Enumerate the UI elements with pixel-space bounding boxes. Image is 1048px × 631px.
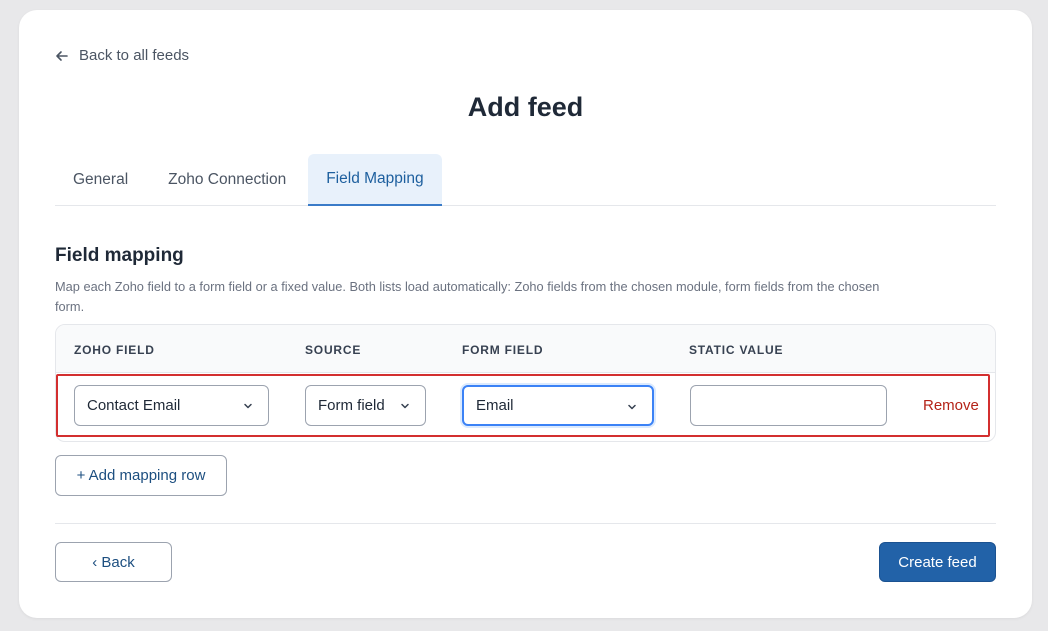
create-feed-button[interactable]: Create feed (879, 542, 996, 582)
footer-divider (55, 523, 996, 524)
static-value-input[interactable] (690, 385, 887, 426)
tab-bar: General Zoho Connection Field Mapping (55, 154, 996, 206)
chevron-down-icon (244, 403, 252, 409)
remove-row-button[interactable]: Remove (923, 397, 979, 414)
header-static-value: STATIC VALUE (689, 343, 784, 357)
table-header: ZOHO FIELD SOURCE FORM FIELD STATIC VALU… (56, 325, 995, 373)
source-select[interactable]: Form field (305, 385, 426, 426)
header-source: SOURCE (305, 343, 362, 357)
add-feed-card: Back to all feeds Add feed General Zoho … (19, 10, 1032, 618)
tab-field-mapping[interactable]: Field Mapping (308, 154, 442, 206)
zoho-field-value: Contact Email (87, 397, 181, 414)
back-button[interactable]: ‹ Back (55, 542, 172, 582)
zoho-field-select[interactable]: Contact Email (74, 385, 269, 426)
add-mapping-row-button[interactable]: + Add mapping row (55, 455, 227, 496)
header-zoho-field: ZOHO FIELD (74, 343, 155, 357)
tab-general[interactable]: General (55, 154, 146, 205)
back-to-feeds-link[interactable]: Back to all feeds (55, 47, 189, 64)
form-field-select[interactable]: Email (462, 385, 654, 426)
source-value: Form field (318, 397, 385, 414)
arrow-left-icon (56, 50, 68, 61)
form-field-value: Email (476, 397, 514, 414)
tab-zoho-connection[interactable]: Zoho Connection (150, 154, 304, 205)
chevron-down-icon (401, 403, 409, 409)
page-title: Add feed (467, 92, 584, 122)
section-description: Map each Zoho field to a form field or a… (55, 279, 880, 314)
back-link-label: Back to all feeds (79, 47, 190, 64)
chevron-down-icon (628, 404, 636, 410)
section-title: Field mapping (55, 245, 184, 266)
header-form-field: FORM FIELD (462, 343, 544, 357)
